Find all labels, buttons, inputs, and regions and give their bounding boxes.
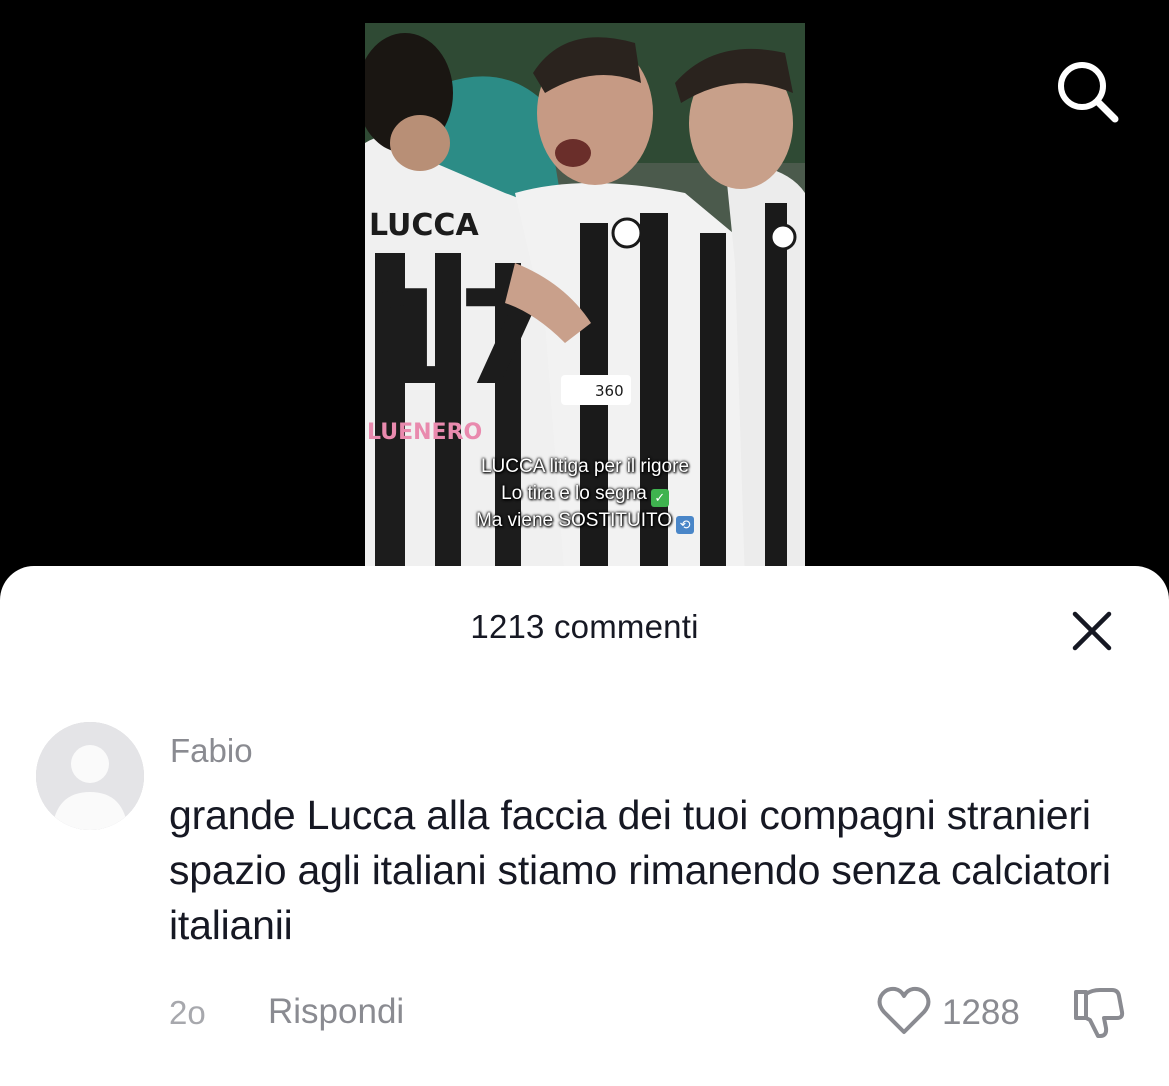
comment-age: 2o [169,994,206,1031]
search-button[interactable] [1054,58,1120,124]
dislike-button[interactable] [1070,986,1126,1040]
sponsor-number: 360 [595,382,624,400]
caption-line-3-text: Ma viene SOSTITUITO [475,510,673,531]
like-count: 1288 [942,993,1020,1032]
caption-line-3: Ma viene SOSTITUITO ⟲ [365,507,805,534]
jersey-name: LUCCA [369,208,479,243]
like-button[interactable] [876,986,932,1036]
sleeve-text: LUENERO [367,420,482,445]
default-avatar-icon [36,722,144,830]
avatar[interactable] [36,722,144,830]
comment-item: Fabio grande Lucca alla faccia dei tuoi … [0,716,1169,1046]
comments-count-title: 1213 commenti [470,608,699,645]
search-icon [1058,62,1119,123]
video-frame[interactable]: LUCCA 17 LUENERO 360 LUCCA litiga per il… [365,23,805,583]
comment-text: grande Lucca alla faccia dei tuoi compag… [169,792,1111,948]
comment-username[interactable]: Fabio [170,732,253,770]
comments-sheet: 1213 commenti Fabio grande Lucca alla fa… [0,566,1169,1086]
counterclockwise-arrows-emoji-icon: ⟲ [676,516,695,534]
video-caption: LUCCA litiga per il rigore Lo tira e lo … [365,453,805,534]
caption-line-2-text: Lo tira e lo segna [501,483,647,504]
reply-button[interactable]: Rispondi [268,992,404,1032]
check-mark-emoji-icon: ✓ [650,489,669,507]
thumbs-down-icon [1074,988,1125,1038]
caption-line-2: Lo tira e lo segna ✓ [365,480,805,507]
close-icon [1072,611,1112,651]
caption-line-1: LUCCA litiga per il rigore [480,456,690,477]
heart-outline-icon [877,986,931,1034]
close-button[interactable] [1067,606,1117,656]
